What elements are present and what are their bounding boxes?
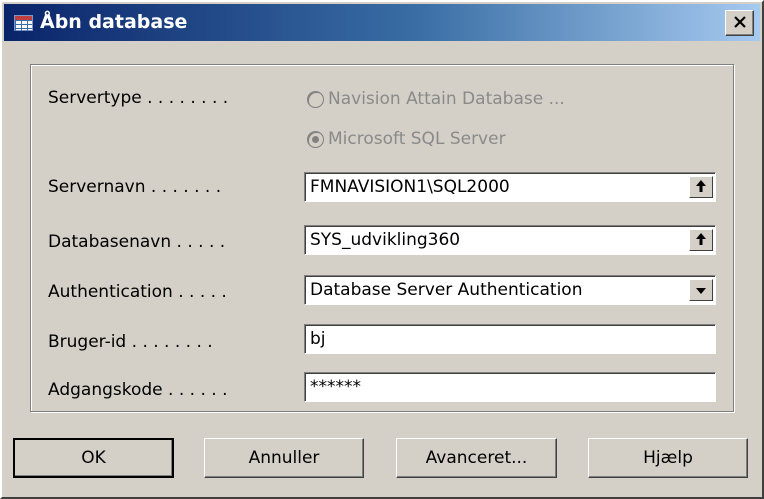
- adgangskode-value: ******: [310, 377, 361, 397]
- title-bar[interactable]: Åbn database: [4, 4, 760, 41]
- servertype-label: Servertype . . . . . . . .: [48, 88, 229, 108]
- down-arrow-icon: [696, 283, 706, 297]
- adgangskode-label: Adgangskode . . . . . .: [48, 380, 228, 400]
- authentication-dropdown[interactable]: Database Server Authentication: [304, 275, 716, 305]
- databasenavn-value: SYS_udvikling360: [310, 230, 461, 250]
- databasenavn-field[interactable]: SYS_udvikling360: [304, 225, 716, 255]
- avanceret-button[interactable]: Avanceret...: [396, 438, 557, 478]
- servernavn-field[interactable]: FMNAVISION1\SQL2000: [304, 172, 716, 202]
- hjaelp-button-label: Hjælp: [643, 448, 693, 468]
- authentication-label: Authentication . . . . .: [48, 282, 227, 302]
- ok-button-label: OK: [81, 448, 106, 468]
- adgangskode-field[interactable]: ******: [304, 372, 716, 402]
- close-icon: [733, 14, 746, 32]
- up-arrow-lookup-icon: [696, 232, 706, 248]
- radio-unchecked-icon: [307, 90, 324, 108]
- radio-navision-attain-label: Navision Attain Database ...: [328, 89, 565, 109]
- up-arrow-lookup-icon: [696, 179, 706, 195]
- bruger-id-label: Bruger-id . . . . . . . .: [48, 332, 213, 352]
- authentication-value: Database Server Authentication: [310, 280, 583, 300]
- annuller-button-label: Annuller: [248, 448, 320, 468]
- bruger-id-value: bj: [310, 329, 326, 349]
- radio-checked-icon: [307, 130, 324, 148]
- authentication-dropdown-button[interactable]: [689, 279, 713, 301]
- avanceret-button-label: Avanceret...: [425, 448, 528, 468]
- close-button[interactable]: [725, 10, 754, 36]
- database-table-icon: [14, 15, 33, 31]
- annuller-button[interactable]: Annuller: [204, 438, 364, 478]
- servernavn-value: FMNAVISION1\SQL2000: [310, 177, 510, 197]
- radio-navision-attain[interactable]: Navision Attain Database ...: [307, 88, 565, 110]
- dialog-title: Åbn database: [40, 11, 188, 33]
- radio-microsoft-sql-server[interactable]: Microsoft SQL Server: [307, 128, 506, 150]
- databasenavn-lookup-button[interactable]: [689, 229, 713, 251]
- bruger-id-field[interactable]: bj: [304, 324, 716, 354]
- ok-button[interactable]: OK: [13, 438, 174, 478]
- hjaelp-button[interactable]: Hjælp: [588, 438, 748, 478]
- servernavn-label: Servernavn . . . . . . .: [48, 177, 222, 197]
- servernavn-lookup-button[interactable]: [689, 176, 713, 198]
- radio-sql-server-label: Microsoft SQL Server: [328, 129, 506, 149]
- databasenavn-label: Databasenavn . . . . .: [48, 232, 226, 252]
